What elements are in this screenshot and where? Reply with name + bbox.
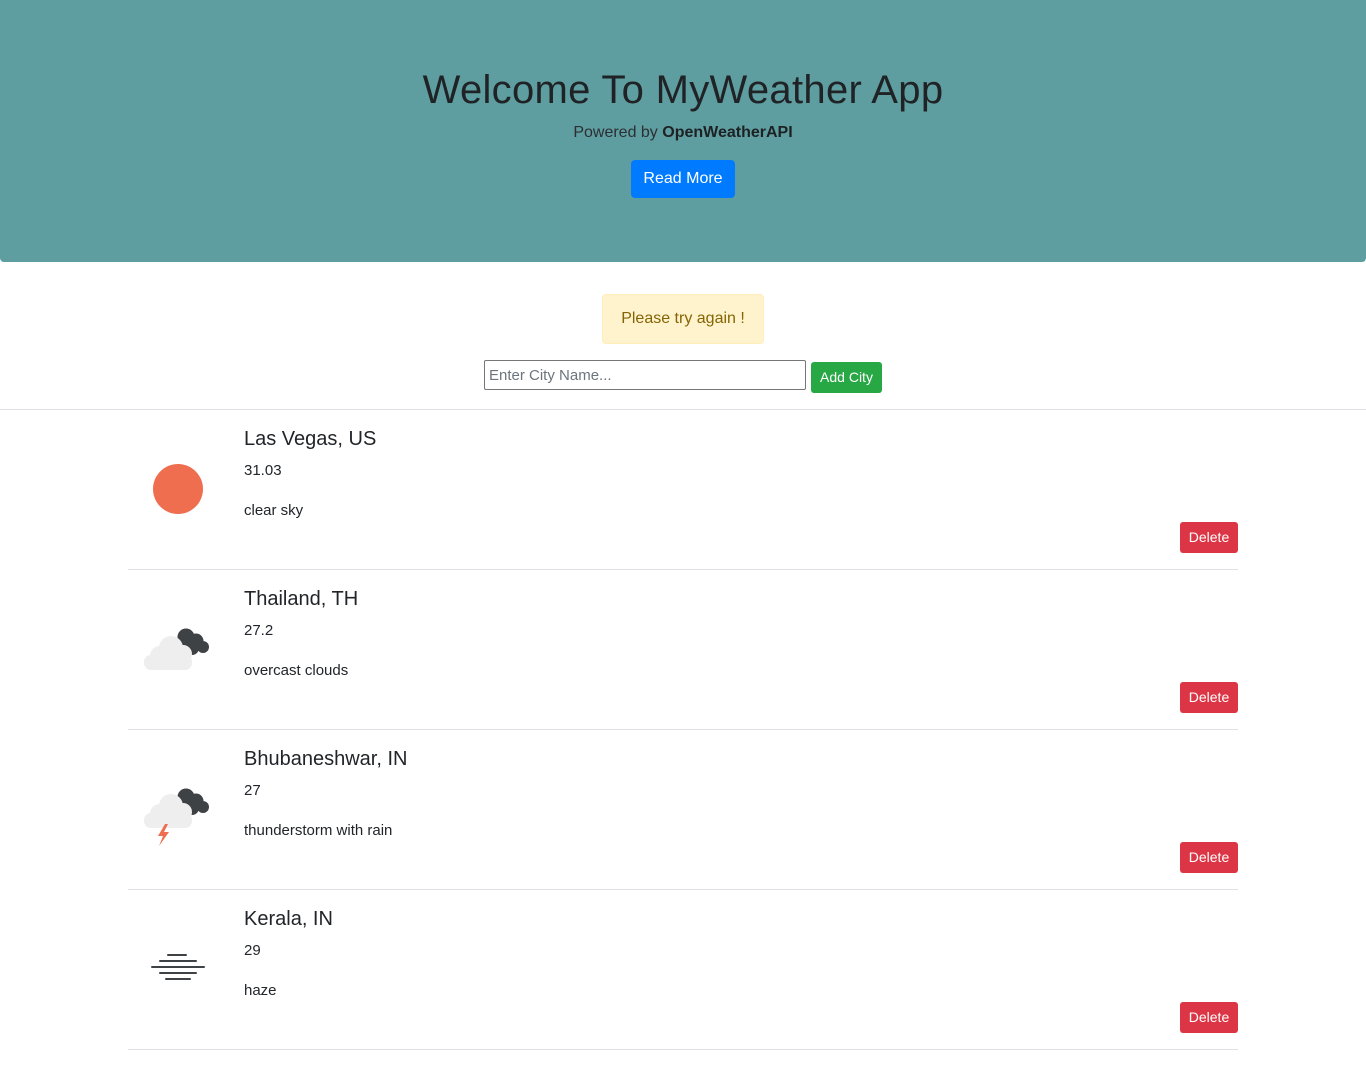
city-temperature: 27.2 bbox=[244, 622, 274, 639]
city-name: Kerala, IN bbox=[244, 908, 333, 930]
weather-description: haze bbox=[244, 982, 277, 999]
city-card: Kerala, IN 29 haze Delete bbox=[128, 890, 1238, 1050]
city-temperature: 29 bbox=[244, 942, 261, 959]
delete-button[interactable]: Delete bbox=[1180, 522, 1238, 553]
error-alert: Please try again ! bbox=[602, 294, 764, 344]
weather-description: overcast clouds bbox=[244, 662, 349, 679]
city-card: Bhubaneshwar, IN 27 thunderstorm with ra… bbox=[128, 730, 1238, 890]
city-name: Thailand, TH bbox=[244, 588, 359, 610]
city-temperature: 31.03 bbox=[244, 462, 282, 479]
overcast-clouds-icon bbox=[144, 628, 209, 670]
thunderstorm-icon bbox=[144, 788, 209, 846]
city-name: Las Vegas, US bbox=[244, 428, 377, 450]
sun-icon bbox=[153, 464, 203, 514]
city-name-input[interactable] bbox=[484, 360, 806, 390]
haze-icon bbox=[151, 954, 205, 980]
delete-button[interactable]: Delete bbox=[1180, 842, 1238, 873]
hero-banner: Welcome To MyWeather App Powered by Open… bbox=[0, 0, 1366, 262]
powered-by-text: Powered by OpenWeatherAPI bbox=[0, 123, 1366, 143]
add-city-button[interactable]: Add City bbox=[811, 362, 882, 393]
delete-button[interactable]: Delete bbox=[1180, 682, 1238, 713]
weather-description: thunderstorm with rain bbox=[244, 822, 393, 839]
delete-button[interactable]: Delete bbox=[1180, 1002, 1238, 1033]
powered-by-brand: OpenWeatherAPI bbox=[662, 124, 793, 141]
city-list: Las Vegas, US 31.03 clear sky Delete Tha… bbox=[128, 410, 1238, 1050]
page-title: Welcome To MyWeather App bbox=[422, 68, 944, 112]
powered-by-prefix: Powered by bbox=[573, 124, 658, 141]
city-name: Bhubaneshwar, IN bbox=[244, 748, 408, 770]
city-card: Thailand, TH 27.2 overcast clouds Delete bbox=[128, 570, 1238, 730]
read-more-button[interactable]: Read More bbox=[631, 160, 735, 198]
city-card: Las Vegas, US 31.03 clear sky Delete bbox=[128, 410, 1238, 570]
city-temperature: 27 bbox=[244, 782, 261, 799]
weather-description: clear sky bbox=[244, 502, 304, 519]
